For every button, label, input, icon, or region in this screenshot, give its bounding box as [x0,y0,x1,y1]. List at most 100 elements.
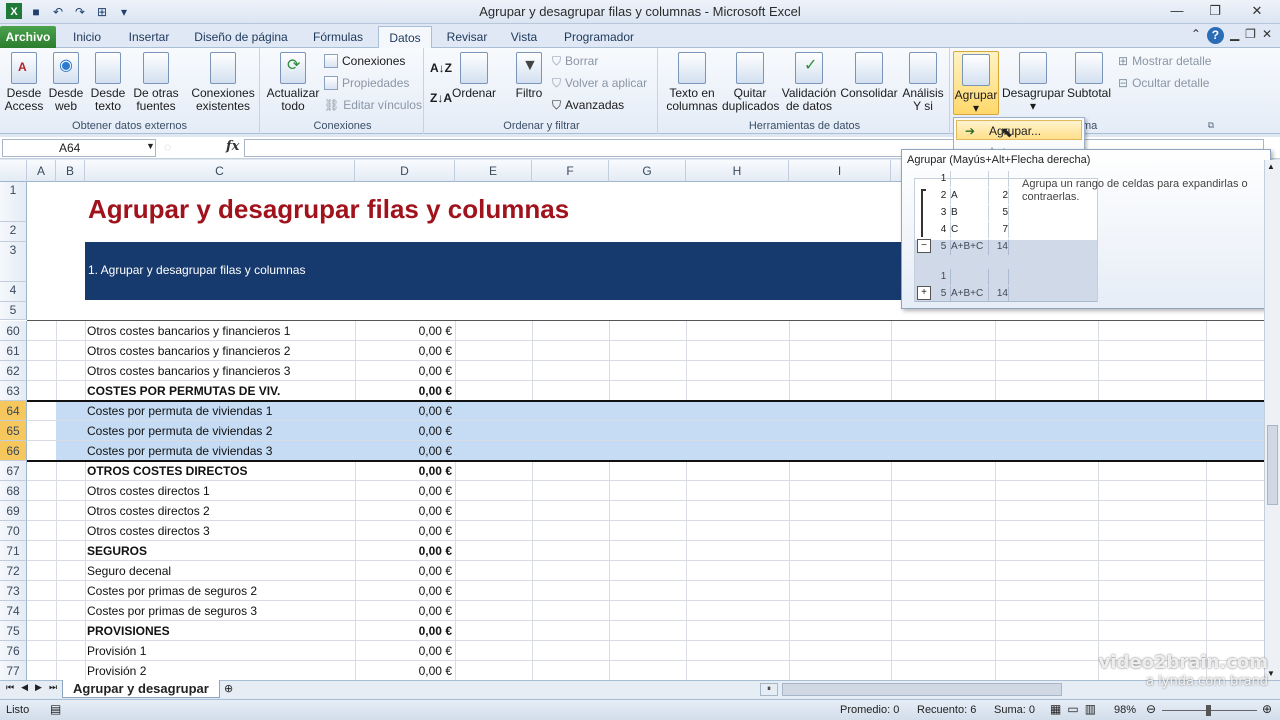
page-break-icon[interactable]: ▥ [1085,702,1096,716]
hide-detail-button[interactable]: ⊟ Ocultar detalle [1118,73,1209,93]
scroll-up-icon[interactable]: ▲ [1267,162,1275,171]
row-header[interactable]: 61 [0,341,27,361]
row-value-cell[interactable]: 0,00 € [355,581,455,601]
macro-record-icon[interactable]: ▤ [50,702,61,716]
row-header[interactable]: 1 [0,182,27,222]
row-label-cell[interactable]: Provisión 1 [87,641,353,661]
close-icon[interactable]: ✕ [1234,0,1280,22]
row-value-cell[interactable]: 0,00 € [355,561,455,581]
row-value-cell[interactable]: 0,00 € [355,501,455,521]
column-header-i[interactable]: I [789,160,891,182]
text-to-columns-button[interactable]: Texto en columnas [662,50,722,113]
row-value-cell[interactable]: 0,00 € [355,641,455,661]
row-label-cell[interactable]: Otros costes directos 3 [87,521,353,541]
horizontal-scroll-thumb[interactable] [782,683,1062,696]
row-label-cell[interactable]: Costes por primas de seguros 2 [87,581,353,601]
tab-datos[interactable]: Datos [378,26,432,49]
row-label-cell[interactable]: Otros costes bancarios y financieros 1 [87,321,353,341]
dialog-launcher-icon[interactable]: ⧉ [1208,120,1214,131]
row-label-cell[interactable]: Costes por permuta de viviendas 2 [87,421,353,441]
zoom-out-icon[interactable]: ⊖ [1146,702,1156,716]
column-header-g[interactable]: G [609,160,686,182]
zoom-slider-thumb[interactable] [1206,705,1211,716]
column-header-d[interactable]: D [355,160,455,182]
row-label-cell[interactable]: Otros costes directos 2 [87,501,353,521]
column-header-a[interactable]: A [27,160,56,182]
row-value-cell[interactable]: 0,00 € [355,481,455,501]
row-label-cell[interactable]: Costes por permuta de viviendas 1 [87,401,353,421]
zoom-in-icon[interactable]: ⊕ [1262,702,1272,716]
tab-insertar[interactable]: Insertar [118,26,180,48]
row-header[interactable]: 66 [0,441,27,461]
vertical-scroll-thumb[interactable] [1267,425,1278,505]
clear-filter-button[interactable]: ⛉ Borrar [552,51,598,71]
row-label-cell[interactable]: SEGUROS [87,541,353,561]
column-header-c[interactable]: C [85,160,355,182]
row-header[interactable]: 62 [0,361,27,381]
row-label-cell[interactable]: Provisión 2 [87,661,353,680]
row-value-cell[interactable]: 0,00 € [355,401,455,421]
remove-duplicates-button[interactable]: Quitar duplicados [722,50,779,113]
tab-formulas[interactable]: Fórmulas [302,26,374,48]
row-header[interactable]: 73 [0,581,27,601]
row-header[interactable]: 64 [0,401,27,421]
wb-minimize-icon[interactable]: ▁ [1230,27,1239,44]
row-value-cell[interactable]: 0,00 € [355,421,455,441]
row-header[interactable]: 67 [0,461,27,481]
row-value-cell[interactable]: 0,00 € [355,601,455,621]
row-header[interactable]: 65 [0,421,27,441]
first-sheet-icon[interactable]: ⏮ [6,682,14,693]
from-text-button[interactable]: Desde texto [88,50,128,113]
row-value-cell[interactable]: 0,00 € [355,461,455,481]
row-label-cell[interactable]: Costes por permuta de viviendas 3 [87,441,353,461]
new-sheet-icon[interactable]: ⊕ [224,682,233,695]
row-label-cell[interactable]: Seguro decenal [87,561,353,581]
refresh-all-button[interactable]: ⟳ Actualizar todo [264,50,322,113]
row-header[interactable]: 75 [0,621,27,641]
row-header[interactable]: 60 [0,321,27,341]
reapply-button[interactable]: ⛉ Volver a aplicar [552,73,647,93]
normal-view-icon[interactable]: ▦ [1050,702,1061,716]
row-label-cell[interactable]: Otros costes bancarios y financieros 3 [87,361,353,381]
tab-vista[interactable]: Vista [502,26,546,48]
group-button[interactable]: Agrupar ▾ [953,51,999,115]
row-header[interactable]: 76 [0,641,27,661]
last-sheet-icon[interactable]: ⏭ [49,682,57,693]
tab-file[interactable]: Archivo [0,26,56,48]
row-header[interactable]: 63 [0,381,27,401]
row-header[interactable]: 71 [0,541,27,561]
ungroup-button[interactable]: Desagrupar ▾ [1002,50,1065,113]
tab-diseno[interactable]: Diseño de página [186,26,296,48]
row-label-cell[interactable]: Otros costes bancarios y financieros 2 [87,341,353,361]
page-layout-icon[interactable]: ▭ [1067,702,1078,716]
existing-connections-button[interactable]: Conexiones existentes [188,50,258,113]
column-header-b[interactable]: B [56,160,85,182]
tab-inicio[interactable]: Inicio [62,26,112,48]
column-header-e[interactable]: E [455,160,532,182]
row-header[interactable]: 4 [0,282,27,302]
row-header[interactable]: 74 [0,601,27,621]
show-detail-button[interactable]: ⊞ Mostrar detalle [1118,51,1211,71]
data-validation-button[interactable]: ✓ Validación de datos [780,50,838,113]
row-label-cell[interactable]: COSTES POR PERMUTAS DE VIV. [87,381,353,401]
maximize-icon[interactable]: ❐ [1196,0,1234,22]
row-value-cell[interactable]: 0,00 € [355,441,455,461]
row-value-cell[interactable]: 0,00 € [355,541,455,561]
tab-programador[interactable]: Programador [552,26,646,48]
from-access-button[interactable]: A Desde Access [2,50,46,113]
sort-button[interactable]: Ordenar [452,50,496,100]
column-header-h[interactable]: H [686,160,789,182]
wb-close-icon[interactable]: ✕ [1262,27,1272,44]
row-header[interactable]: 77 [0,661,27,680]
from-web-button[interactable]: ◉ Desde web [46,50,86,113]
row-label-cell[interactable]: Otros costes directos 1 [87,481,353,501]
split-handle-icon[interactable]: ⏸ [760,683,778,696]
row-header[interactable]: 72 [0,561,27,581]
row-label-cell[interactable]: Costes por primas de seguros 3 [87,601,353,621]
next-sheet-icon[interactable]: ▶ [35,682,42,693]
row-header[interactable]: 70 [0,521,27,541]
row-value-cell[interactable]: 0,00 € [355,321,455,341]
sheet-title[interactable]: Agrupar y desagrupar filas y columnas [88,194,569,225]
connections-button[interactable]: Conexiones [324,51,405,71]
sort-az-button[interactable]: A↓Z [430,58,452,78]
